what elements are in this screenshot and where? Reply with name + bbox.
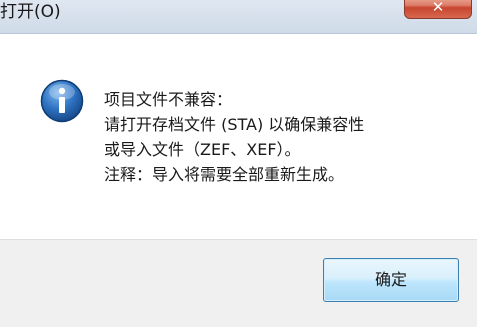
ok-button[interactable]: 确定: [323, 258, 459, 302]
information-icon: [40, 79, 84, 123]
message-line: 或导入文件（ZEF、XEF）。: [104, 140, 301, 159]
message-line: 注释：导入将需要全部重新生成。: [104, 165, 345, 184]
button-bar: 确定: [0, 239, 477, 327]
close-icon: ✕: [431, 0, 445, 16]
message-text: 项目文件不兼容： 请打开存档文件 (STA) 以确保兼容性 或导入文件（ZEF、…: [104, 87, 364, 187]
dialog-window: 打开(O) ✕ 项目文件不兼容： 请打开存档文件 (STA) 以确保兼容性 或导…: [0, 0, 477, 327]
message-line: 项目文件不兼容：: [104, 90, 233, 109]
title-bar[interactable]: 打开(O) ✕: [0, 0, 477, 34]
message-area: 项目文件不兼容： 请打开存档文件 (STA) 以确保兼容性 或导入文件（ZEF、…: [0, 34, 477, 239]
message-line: 请打开存档文件 (STA) 以确保兼容性: [104, 115, 365, 134]
window-title: 打开(O): [0, 2, 61, 22]
close-button[interactable]: ✕: [404, 0, 472, 19]
